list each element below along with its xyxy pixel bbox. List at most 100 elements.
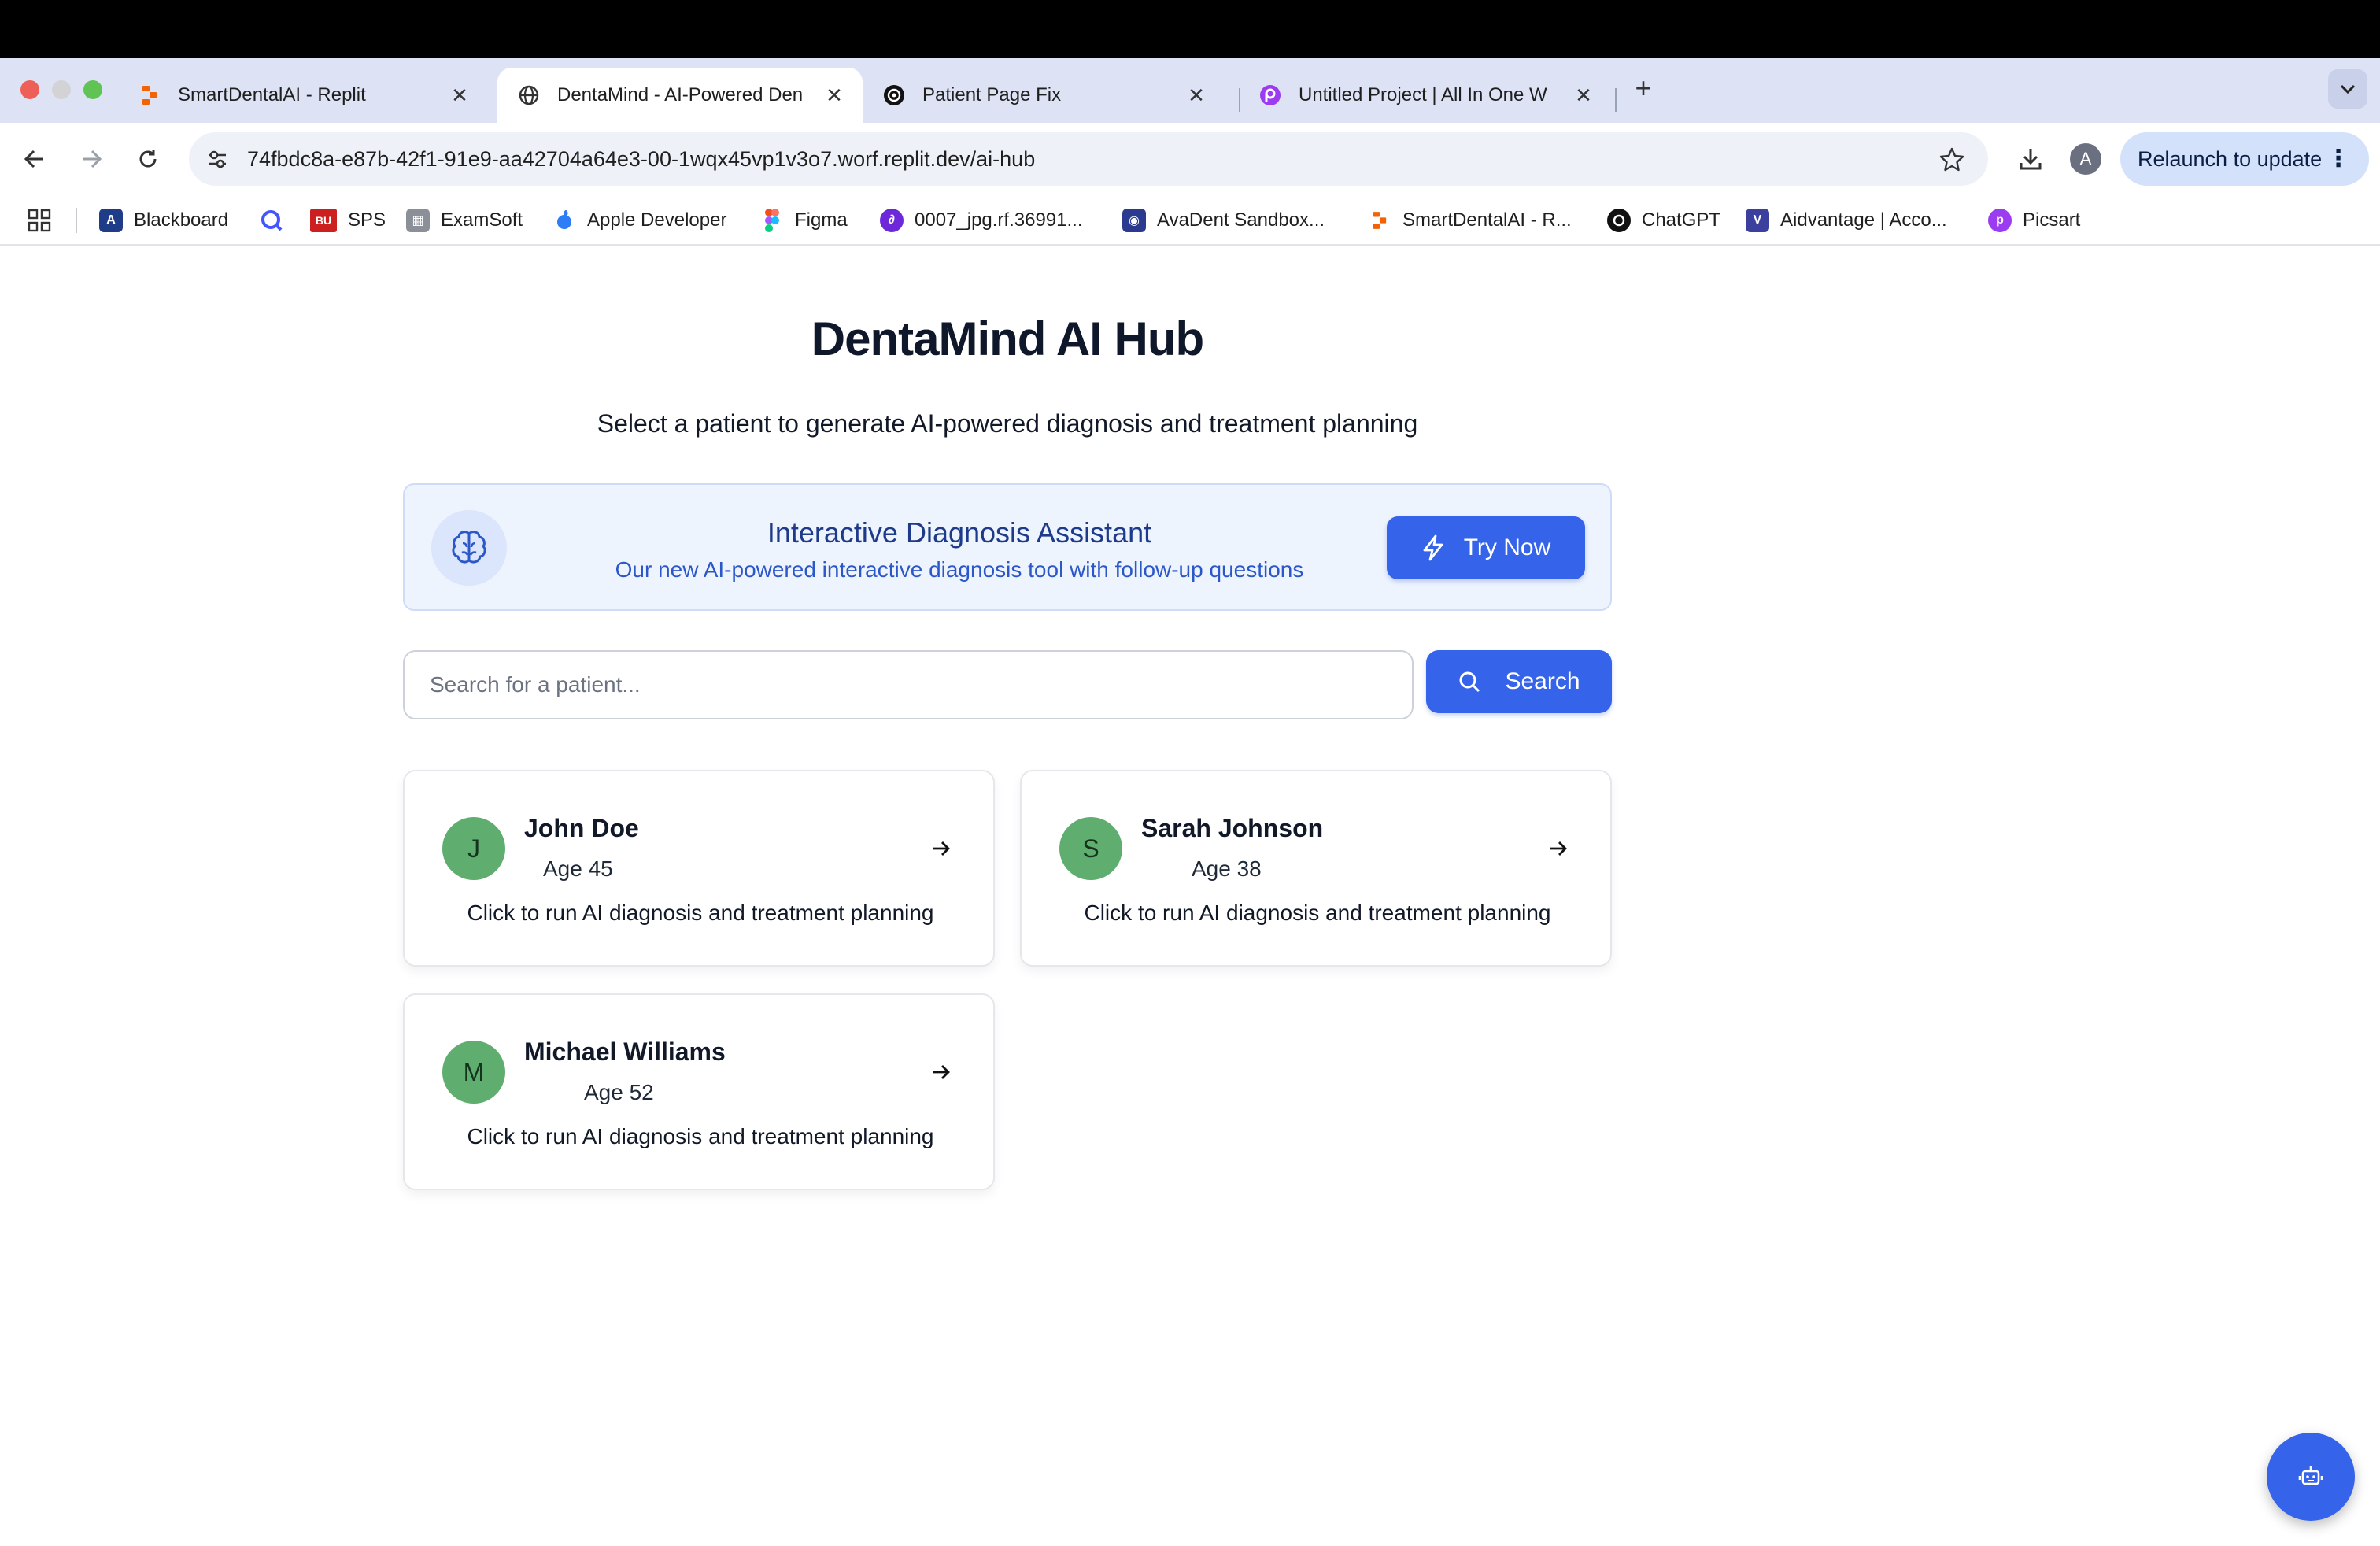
card-cta: Click to run AI diagnosis and treatment … bbox=[1084, 901, 1551, 925]
maximize-window-button[interactable] bbox=[83, 80, 102, 99]
bookmark-avadent[interactable]: ◉ AvaDent Sandbox... bbox=[1122, 203, 1325, 238]
replit-icon bbox=[1368, 209, 1391, 232]
patient-name: Sarah Johnson bbox=[1141, 814, 1324, 842]
bookmark-quizlet[interactable] bbox=[260, 203, 294, 238]
arrow-right-icon bbox=[927, 1058, 955, 1086]
tab-title: Untitled Project | All In One W bbox=[1299, 84, 1547, 105]
bookmark-label: Blackboard bbox=[134, 209, 229, 231]
openai-icon bbox=[1607, 209, 1631, 232]
apple-icon bbox=[552, 209, 576, 232]
bookmark-label: AvaDent Sandbox... bbox=[1157, 209, 1325, 231]
openai-icon bbox=[883, 84, 905, 106]
bookmark-sps[interactable]: BU SPS bbox=[310, 203, 386, 238]
try-now-button[interactable]: Try Now bbox=[1387, 516, 1585, 579]
bookmark-figma[interactable]: Figma bbox=[760, 203, 848, 238]
chevron-down-icon bbox=[2340, 84, 2356, 94]
avadent-icon: ◉ bbox=[1122, 209, 1146, 232]
bookmark-separator bbox=[76, 208, 77, 233]
close-window-button[interactable] bbox=[20, 80, 39, 99]
quizlet-icon bbox=[260, 209, 283, 232]
minimize-window-button[interactable] bbox=[52, 80, 71, 99]
banner-description: Our new AI-powered interactive diagnosis… bbox=[615, 557, 1304, 582]
bookmark-label: Apple Developer bbox=[587, 209, 727, 231]
reload-icon bbox=[139, 150, 157, 168]
aidvantage-icon: V bbox=[1746, 209, 1769, 232]
address-bar[interactable]: 74fbdc8a-e87b-42f1-91e9-aa42704a64e3-00-… bbox=[189, 132, 1988, 186]
relaunch-label: Relaunch to update bbox=[2138, 147, 2323, 171]
bookmark-picsart[interactable]: p Picsart bbox=[1988, 203, 2080, 238]
new-tab-button[interactable]: + bbox=[1628, 72, 1659, 104]
bookmark-examsoft[interactable]: ▦ ExamSoft bbox=[406, 203, 523, 238]
bookmark-star-icon[interactable] bbox=[1936, 143, 1968, 175]
more-vert-icon[interactable]: ⋮ bbox=[2326, 132, 2350, 186]
tab-dentamind[interactable]: DentaMind - AI-Powered Den ✕ bbox=[497, 68, 863, 123]
tab-patient-page-fix[interactable]: Patient Page Fix ✕ bbox=[863, 68, 1225, 123]
close-tab-icon[interactable]: ✕ bbox=[449, 84, 471, 106]
close-tab-icon[interactable]: ✕ bbox=[823, 84, 845, 106]
card-cta: Click to run AI diagnosis and treatment … bbox=[467, 901, 934, 925]
arrow-right-icon bbox=[1544, 834, 1572, 863]
search-button-label: Search bbox=[1505, 668, 1580, 694]
bookmark-label: Aidvantage | Acco... bbox=[1780, 209, 1947, 231]
blackboard-icon: A bbox=[99, 209, 123, 232]
tab-smartdentalai-replit[interactable]: SmartDentalAI - Replit ✕ bbox=[118, 68, 488, 123]
tab-separator bbox=[1615, 88, 1617, 112]
relaunch-button[interactable]: Relaunch to update ⋮ bbox=[2120, 132, 2369, 186]
bookmark-label: 0007_jpg.rf.36991... bbox=[915, 209, 1083, 231]
globe-icon bbox=[518, 84, 540, 106]
reload-button[interactable] bbox=[129, 140, 167, 178]
patient-search-input[interactable] bbox=[403, 650, 1414, 719]
try-now-label: Try Now bbox=[1463, 534, 1551, 560]
avatar: S bbox=[1059, 817, 1122, 880]
tab-untitled-project[interactable]: Untitled Project | All In One W ✕ bbox=[1239, 68, 1612, 123]
avatar: J bbox=[442, 817, 505, 880]
patient-card[interactable]: J John Doe Age 45 Click to run AI diagno… bbox=[403, 770, 995, 967]
patient-card[interactable]: S Sarah Johnson Age 38 Click to run AI d… bbox=[1020, 770, 1612, 967]
patient-name: John Doe bbox=[524, 814, 639, 842]
picsart-icon bbox=[1259, 84, 1281, 106]
downloads-button[interactable] bbox=[2012, 140, 2049, 178]
bookmark-label: Picsart bbox=[2023, 209, 2081, 231]
bookmark-apple-developer[interactable]: Apple Developer bbox=[552, 203, 726, 238]
figma-icon bbox=[760, 209, 784, 232]
chatbot-button[interactable] bbox=[2267, 1433, 2355, 1521]
url-text: 74fbdc8a-e87b-42f1-91e9-aa42704a64e3-00-… bbox=[247, 147, 1036, 171]
robot-icon bbox=[2298, 1466, 2323, 1485]
patient-card[interactable]: M Michael Williams Age 52 Click to run A… bbox=[403, 993, 995, 1190]
back-button[interactable] bbox=[16, 140, 54, 178]
tab-search-button[interactable] bbox=[2328, 69, 2367, 109]
card-cta: Click to run AI diagnosis and treatment … bbox=[467, 1124, 934, 1148]
arrow-right-icon bbox=[927, 834, 955, 863]
banner-title: Interactive Diagnosis Assistant bbox=[767, 516, 1152, 549]
arrow-left-icon bbox=[24, 150, 43, 168]
tab-title: DentaMind - AI-Powered Den bbox=[557, 84, 804, 105]
tab-title: Patient Page Fix bbox=[922, 84, 1062, 105]
bu-icon: BU bbox=[310, 209, 337, 232]
bookmark-chatgpt[interactable]: ChatGPT bbox=[1607, 203, 1720, 238]
bookmark-aidvantage[interactable]: V Aidvantage | Acco... bbox=[1746, 203, 1947, 238]
bookmark-smartdentalai[interactable]: SmartDentalAI - R... bbox=[1368, 203, 1572, 238]
replit-icon bbox=[139, 84, 161, 106]
system-top-bar bbox=[0, 0, 2380, 58]
diagnosis-assistant-banner: Interactive Diagnosis Assistant Our new … bbox=[403, 483, 1612, 611]
bookmark-label: ExamSoft bbox=[441, 209, 523, 231]
picsart-icon: p bbox=[1988, 209, 2012, 232]
search-button[interactable]: Search bbox=[1426, 650, 1612, 713]
bookmark-label: SmartDentalAI - R... bbox=[1402, 209, 1572, 231]
forward-button[interactable] bbox=[72, 140, 110, 178]
patient-age: Age 38 bbox=[1192, 856, 1262, 881]
close-tab-icon[interactable]: ✕ bbox=[1572, 84, 1595, 106]
profile-avatar[interactable]: A bbox=[2070, 143, 2101, 175]
bookmark-roboflow[interactable]: ∂ 0007_jpg.rf.36991... bbox=[880, 203, 1083, 238]
tab-title: SmartDentalAI - Replit bbox=[178, 84, 366, 105]
patient-name: Michael Williams bbox=[524, 1037, 726, 1066]
arrow-right-icon bbox=[83, 150, 102, 168]
apps-grid-icon[interactable] bbox=[27, 208, 52, 233]
page-subtitle: Select a patient to generate AI-powered … bbox=[597, 409, 1418, 438]
close-tab-icon[interactable]: ✕ bbox=[1185, 84, 1207, 106]
site-settings-icon[interactable] bbox=[203, 145, 231, 173]
bookmark-label: ChatGPT bbox=[1642, 209, 1721, 231]
bookmark-blackboard[interactable]: A Blackboard bbox=[99, 203, 228, 238]
bookmarks-bar: A Blackboard BU SPS ▦ ExamSoft Apple Dev… bbox=[0, 195, 2380, 246]
bookmark-label: Figma bbox=[795, 209, 848, 231]
